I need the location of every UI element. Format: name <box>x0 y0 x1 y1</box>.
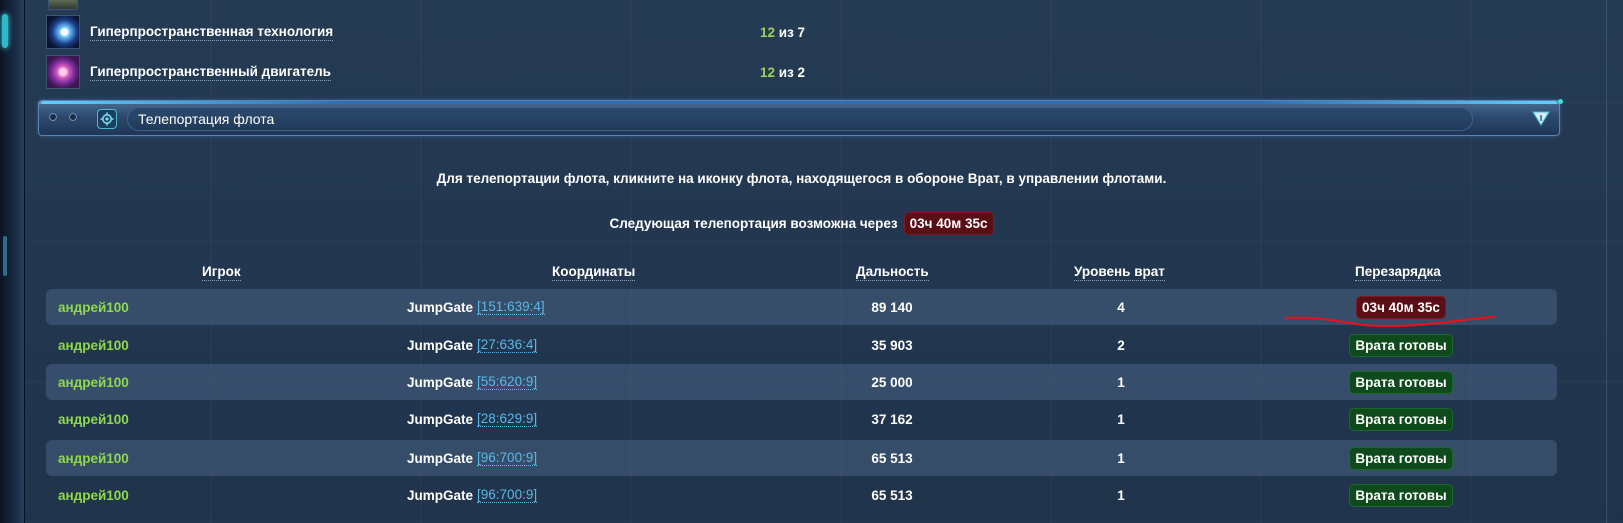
gear-icon[interactable] <box>97 109 117 129</box>
tech-level-requirement: 12 из 7 <box>760 25 805 40</box>
gate-name: JumpGate <box>407 337 474 353</box>
gate-name: JumpGate <box>407 450 474 466</box>
recharge-cell: Врата готовы <box>1306 477 1496 513</box>
tech-name[interactable]: Гиперпространственный двигатель <box>90 64 331 81</box>
gate-ready-badge: Врата готовы <box>1349 446 1453 470</box>
gate-ready-badge: Врата готовы <box>1349 407 1453 431</box>
distance-value: 25 000 <box>871 374 913 390</box>
table-row[interactable]: андрей100 JumpGate [27:636:4] 35 903 2 В… <box>46 327 1557 363</box>
tech-required-level: из 7 <box>778 25 806 40</box>
distance-value: 65 513 <box>871 450 913 466</box>
distance-value: 35 903 <box>871 337 913 353</box>
player-name[interactable]: андрей100 <box>58 440 129 476</box>
player-name[interactable]: андрей100 <box>58 477 129 513</box>
gate-cell: JumpGate [96:700:9] <box>407 440 538 476</box>
gate-cell: JumpGate [55:620:9] <box>407 364 538 400</box>
gate-coords-link[interactable]: [28:629:9] <box>477 411 538 427</box>
right-divider <box>1606 0 1607 523</box>
column-header-player[interactable]: Игрок <box>202 264 241 281</box>
recharge-cell: Врата готовы <box>1306 401 1496 437</box>
column-header-coords[interactable]: Координаты <box>552 264 636 281</box>
gate-name: JumpGate <box>407 374 474 390</box>
section-title: Телепортация флота <box>138 111 275 127</box>
sidebar-glow-indicator <box>2 14 8 48</box>
chevron-down-icon[interactable] <box>1529 106 1553 130</box>
red-underline-annotation <box>1284 315 1496 328</box>
header-bolt <box>49 113 57 121</box>
player-name[interactable]: андрей100 <box>58 327 129 363</box>
table-row[interactable]: андрей100 JumpGate [55:620:9] 25 000 1 В… <box>46 364 1557 400</box>
gate-coords-link[interactable]: [151:639:4] <box>477 299 545 315</box>
gate-cell: JumpGate [28:629:9] <box>407 401 538 437</box>
distance-value: 65 513 <box>871 487 913 503</box>
distance-value: 37 162 <box>871 411 913 427</box>
gate-ready-badge: Врата готовы <box>1349 370 1453 394</box>
table-row[interactable]: андрей100 JumpGate [96:700:9] 65 513 1 В… <box>46 440 1557 476</box>
left-sidebar-edge <box>0 0 25 523</box>
section-title-bar[interactable]: Телепортация флота <box>127 107 1473 131</box>
gate-coords-link[interactable]: [55:620:9] <box>477 374 538 390</box>
player-name[interactable]: андрей100 <box>58 364 129 400</box>
next-teleport-label: Следующая телепортация возможна через <box>609 216 898 231</box>
gate-ready-badge: Врата готовы <box>1349 333 1453 357</box>
teleport-instructions: Для телепортации флота, кликните на икон… <box>436 171 1167 186</box>
gate-coords-link[interactable]: [27:636:4] <box>477 337 538 353</box>
header-glow <box>41 101 1557 104</box>
header-corner-light <box>1558 99 1563 104</box>
column-header-recharge[interactable]: Перезарядка <box>1355 264 1441 281</box>
gate-name: JumpGate <box>407 487 474 503</box>
column-header-gate-level[interactable]: Уровень врат <box>1074 264 1165 281</box>
tech-required-level: из 2 <box>778 65 806 80</box>
next-teleport-timer: 03ч 40м 35с <box>903 212 994 235</box>
partial-tech-icon[interactable] <box>48 0 78 10</box>
gate-cell: JumpGate [27:636:4] <box>407 327 538 363</box>
sidebar-scroll-indicator <box>3 236 7 276</box>
gate-coords-link[interactable]: [96:700:9] <box>477 450 538 466</box>
gate-cell: JumpGate [151:639:4] <box>407 289 545 325</box>
gate-level-value: 1 <box>1117 374 1125 390</box>
gate-level-value: 2 <box>1117 337 1125 353</box>
tech-name[interactable]: Гиперпространственная технология <box>90 24 334 41</box>
gate-name: JumpGate <box>407 299 474 315</box>
table-row[interactable]: андрей100 JumpGate [28:629:9] 37 162 1 В… <box>46 401 1557 437</box>
gate-name: JumpGate <box>407 411 474 427</box>
hyperspace-drive-icon[interactable] <box>46 55 80 89</box>
gate-level-value: 4 <box>1117 299 1125 315</box>
recharge-cell: Врата готовы <box>1306 364 1496 400</box>
gate-level-value: 1 <box>1117 450 1125 466</box>
tech-item-hyperspace-technology[interactable]: Гиперпространственная технология <box>46 15 334 49</box>
recharge-cell: Врата готовы <box>1306 327 1496 363</box>
player-name[interactable]: андрей100 <box>58 289 129 325</box>
tech-level-requirement: 12 из 2 <box>760 65 805 80</box>
tech-current-level: 12 <box>760 25 776 40</box>
next-teleport-line: Следующая телепортация возможна через 03… <box>0 212 1603 235</box>
fleet-teleport-section-header[interactable]: Телепортация флота <box>38 99 1563 136</box>
table-row[interactable]: андрей100 JumpGate [96:700:9] 65 513 1 В… <box>46 477 1557 513</box>
recharge-cell: Врата готовы <box>1306 440 1496 476</box>
gate-cell: JumpGate [96:700:9] <box>407 477 538 513</box>
tech-current-level: 12 <box>760 65 776 80</box>
gate-level-value: 1 <box>1117 411 1125 427</box>
header-bolt <box>69 113 77 121</box>
hyperspace-tech-icon[interactable] <box>46 15 80 49</box>
gate-ready-badge: Врата готовы <box>1349 483 1453 507</box>
column-header-distance[interactable]: Дальность <box>856 264 929 281</box>
player-name[interactable]: андрей100 <box>58 401 129 437</box>
gate-coords-link[interactable]: [96:700:9] <box>477 487 538 503</box>
gate-level-value: 1 <box>1117 487 1125 503</box>
tech-item-hyperspace-drive[interactable]: Гиперпространственный двигатель <box>46 55 331 89</box>
distance-value: 89 140 <box>871 299 913 315</box>
